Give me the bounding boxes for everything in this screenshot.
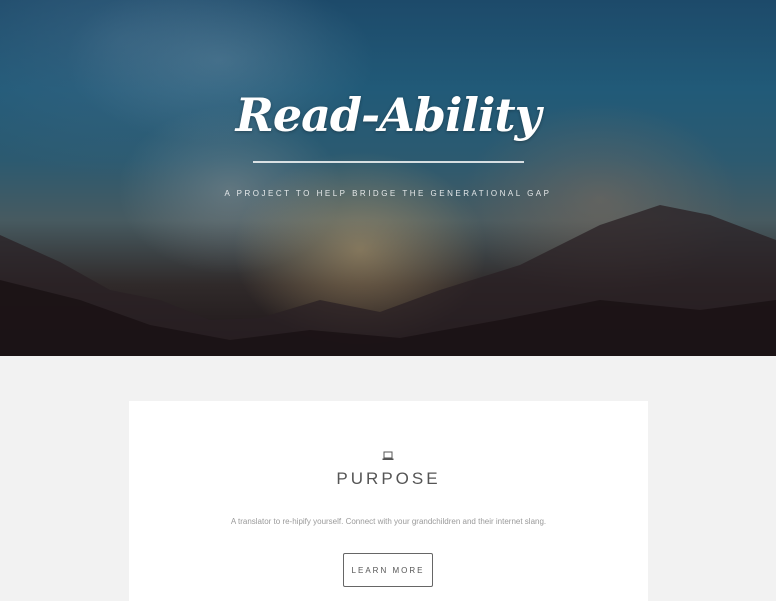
hero-content: Read-Ability A PROJECT TO HELP BRIDGE TH… bbox=[0, 0, 776, 356]
purpose-card: PURPOSE A translator to re-hipify yourse… bbox=[129, 401, 648, 601]
site-title: Read-Ability bbox=[235, 88, 542, 142]
purpose-description: A translator to re-hipify yourself. Conn… bbox=[230, 517, 547, 526]
laptop-icon bbox=[382, 451, 394, 460]
site-tagline: A PROJECT TO HELP BRIDGE THE GENERATIONA… bbox=[224, 189, 552, 198]
hero-banner: Read-Ability A PROJECT TO HELP BRIDGE TH… bbox=[0, 0, 776, 356]
learn-more-button[interactable]: LEARN MORE bbox=[343, 553, 433, 587]
title-divider bbox=[253, 161, 524, 163]
purpose-heading: PURPOSE bbox=[336, 469, 441, 488]
